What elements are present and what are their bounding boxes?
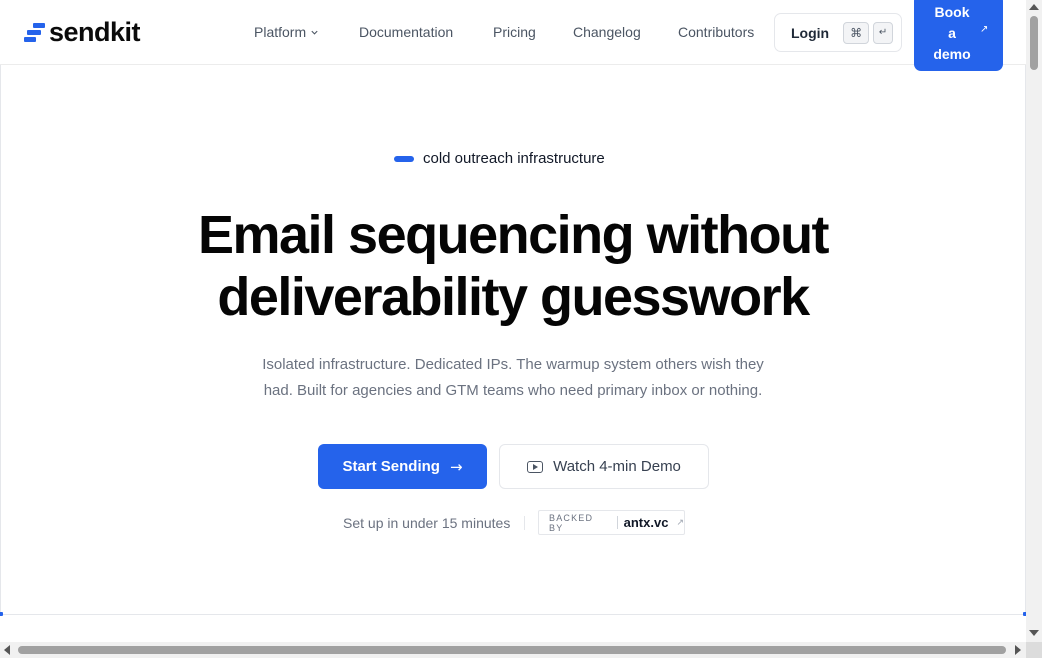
backed-by-badge[interactable]: BACKED BY antx.vc ↗ xyxy=(538,510,685,535)
login-label: Login xyxy=(791,24,830,41)
hero-headline: Email sequencing without deliverability … xyxy=(197,205,830,327)
play-icon xyxy=(527,460,544,473)
scroll-down-icon[interactable] xyxy=(1029,630,1039,636)
nav-pricing[interactable]: Pricing xyxy=(493,24,536,40)
scroll-up-icon[interactable] xyxy=(1029,4,1039,10)
eyebrow-accent-bar xyxy=(394,155,414,162)
vertical-scroll-thumb[interactable] xyxy=(1030,16,1038,70)
divider xyxy=(616,516,618,529)
brand-logo[interactable]: sendkit xyxy=(24,17,141,47)
enter-key-icon: ↵ xyxy=(873,21,894,44)
eyebrow: cold outreach infrastructure xyxy=(394,150,605,167)
sendkit-logo-icon xyxy=(24,21,46,43)
eyebrow-text: cold outreach infrastructure xyxy=(423,150,605,167)
start-sending-button[interactable]: Start Sending → xyxy=(318,444,487,489)
vertical-scrollbar[interactable] xyxy=(1026,0,1042,658)
site-header: sendkit Platform Documentation Pricing C… xyxy=(0,0,1026,71)
corner-marker xyxy=(0,612,3,616)
arrow-up-right-icon: ↗ xyxy=(676,517,684,527)
nav-platform[interactable]: Platform xyxy=(254,24,319,40)
hero-section xyxy=(0,65,1027,616)
brand-name: sendkit xyxy=(49,17,141,47)
nav-changelog[interactable]: Changelog xyxy=(573,24,641,40)
arrow-right-icon: → xyxy=(449,457,463,476)
scroll-right-icon[interactable] xyxy=(1015,645,1021,655)
horizontal-scrollbar[interactable] xyxy=(0,642,1026,658)
command-key-icon: ⌘ xyxy=(843,21,870,44)
login-button[interactable]: Login ⌘ ↵ xyxy=(774,13,902,52)
setup-note: Set up in under 15 minutes xyxy=(343,515,511,531)
investor-name: antx.vc xyxy=(623,515,669,530)
hero-subhead: Isolated infrastructure. Dedicated IPs. … xyxy=(262,356,764,399)
watch-demo-button[interactable]: Watch 4-min Demo xyxy=(499,444,709,489)
scroll-left-icon[interactable] xyxy=(4,645,10,655)
divider xyxy=(524,516,525,530)
chevron-down-icon xyxy=(311,30,318,35)
backed-by-label: BACKED BY xyxy=(549,512,594,533)
nav-documentation[interactable]: Documentation xyxy=(359,24,453,40)
nav-contributors[interactable]: Contributors xyxy=(678,24,754,40)
horizontal-scroll-thumb[interactable] xyxy=(18,646,1006,654)
scrollbar-corner xyxy=(1026,642,1042,658)
book-demo-label: Book a demo xyxy=(933,4,971,62)
arrow-up-right-icon: ↗ xyxy=(980,24,989,35)
book-demo-button[interactable]: Book a demo ↗ xyxy=(914,0,1003,71)
